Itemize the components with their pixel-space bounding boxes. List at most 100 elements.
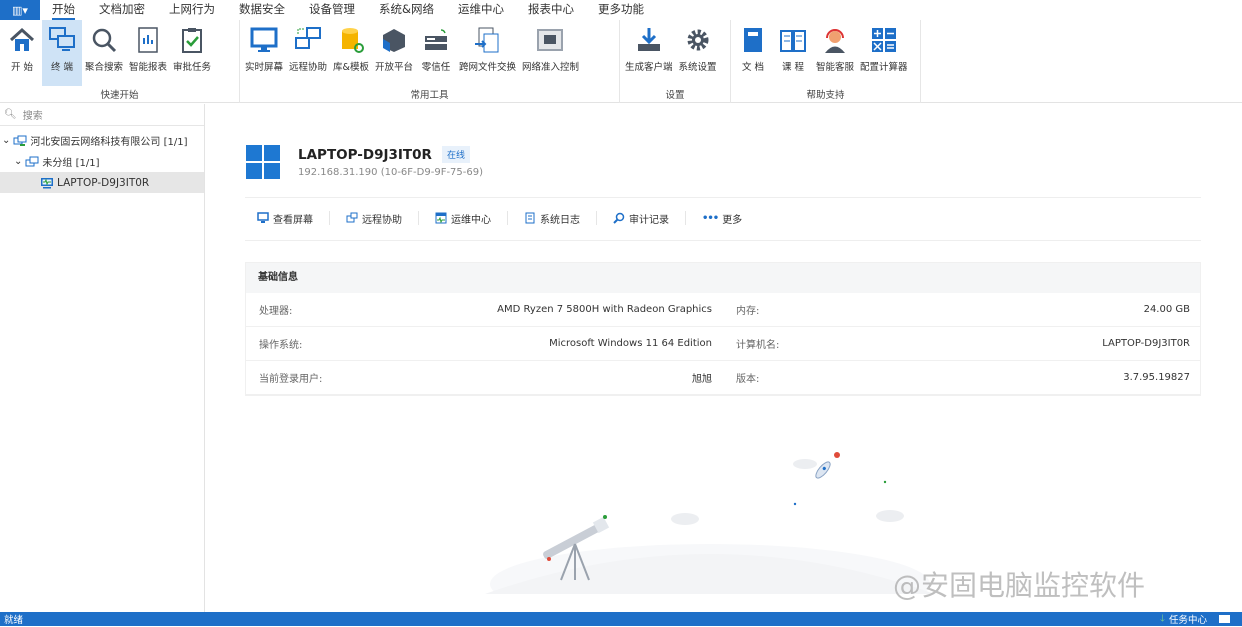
group-icon	[25, 156, 39, 166]
app-menu-icon[interactable]: ▥▾	[0, 0, 40, 20]
info-value: AMD Ryzen 7 5800H with Radeon Graphics	[497, 304, 712, 315]
basic-info-panel: 基础信息 处理器: AMD Ryzen 7 5800H with Radeon G…	[245, 262, 1201, 396]
message-icon[interactable]	[1219, 615, 1230, 623]
gear-icon	[687, 29, 709, 51]
ribbon-button-label: 系统设置	[678, 62, 717, 73]
ribbon-group: 开 始 终 端聚合搜索 智能报表 审批任务快速开始	[0, 20, 240, 103]
ribbon-button[interactable]: 零信任	[416, 20, 456, 86]
chevron-down-icon[interactable]: ⌄	[14, 156, 22, 167]
ribbon-button[interactable]: 跨网文件交换	[456, 20, 519, 86]
menu-tab[interactable]: 运维中心	[446, 0, 516, 20]
ribbon-group-label: 帮助支持	[806, 90, 845, 101]
ribbon-button-label: 生成客户端	[625, 62, 673, 73]
book-icon	[744, 28, 762, 52]
search-input[interactable]: 🔍︎ 搜索	[0, 104, 204, 126]
ribbon-button[interactable]: 开放平台	[372, 20, 416, 86]
ribbon-button[interactable]: 系统设置	[676, 20, 720, 86]
info-row: 操作系统: Microsoft Windows 11 64 Edition 计算机名…	[246, 327, 1200, 361]
empty-illustration	[485, 452, 935, 594]
ribbon-button[interactable]: 课 程	[773, 20, 813, 86]
cube-icon	[382, 29, 405, 52]
report-icon	[138, 27, 158, 53]
info-label: 计算机名:	[736, 340, 780, 351]
remote-icon	[346, 212, 358, 224]
watermark: @安固电脑监控软件	[893, 569, 1146, 602]
ribbon-group: 生成客户端 系统设置设置	[620, 20, 731, 103]
ribbon-button[interactable]: 库&模板	[330, 20, 372, 86]
ribbon: 开 始 终 端聚合搜索 智能报表 审批任务快速开始 实时屏幕 远程协助 库&模板 开放平台 零信…	[0, 20, 1242, 103]
ribbon-button-label: 终 端	[50, 62, 74, 73]
search-icon	[613, 212, 625, 224]
home-icon	[9, 27, 35, 51]
ribbon-button-label: 聚合搜索	[85, 62, 124, 73]
device-name: LAPTOP-D9J3IT0R	[298, 146, 432, 163]
ribbon-button[interactable]: 远程协助	[286, 20, 330, 86]
menu-tab[interactable]: 上网行为	[157, 0, 227, 20]
ops-center-icon	[435, 212, 447, 224]
info-value: 24.00 GB	[1143, 304, 1190, 315]
download-icon	[637, 28, 660, 51]
remote-icon	[295, 27, 322, 49]
ribbon-button[interactable]: 开 始	[2, 20, 42, 86]
ribbon-button[interactable]: 文 档	[733, 20, 773, 86]
ribbon-button[interactable]: 审批任务	[170, 20, 214, 86]
ribbon-button[interactable]: 智能报表	[126, 20, 170, 86]
monitor-icon	[257, 212, 269, 224]
menu-tab[interactable]: 开始	[40, 0, 87, 20]
action-button[interactable]: 查看屏幕	[241, 211, 330, 226]
action-button[interactable]: 远程协助	[330, 211, 419, 226]
chevron-down-icon[interactable]: ⌄	[2, 135, 10, 146]
info-row: 处理器: AMD Ryzen 7 5800H with Radeon Graphi…	[246, 293, 1200, 327]
tree-node-company[interactable]: ⌄ 河北安固云网络科技有限公司 [1/1]	[0, 130, 204, 151]
file-exchange-icon	[475, 27, 499, 53]
ribbon-button-label: 跨网文件交换	[458, 62, 516, 73]
menu-tab[interactable]: 数据安全	[227, 0, 297, 20]
ribbon-group-label: 常用工具	[410, 90, 449, 101]
ribbon-button[interactable]: 生成客户端	[622, 20, 676, 86]
database-icon	[341, 28, 364, 53]
menu-tab[interactable]: 报表中心	[516, 0, 586, 20]
action-button[interactable]: ••• 更多	[686, 211, 758, 226]
info-label: 内存:	[736, 306, 760, 317]
ribbon-button-label: 智能报表	[129, 62, 168, 73]
search-icon: 🔍︎	[4, 109, 17, 120]
panel-title: 基础信息	[246, 263, 1200, 293]
calculator-icon	[871, 28, 896, 52]
info-label: 处理器:	[259, 306, 293, 317]
ribbon-button[interactable]: 聚合搜索	[82, 20, 126, 86]
status-bar: 就绪 🡓 任务中心	[0, 612, 1242, 626]
ribbon-group-label: 设置	[665, 90, 685, 101]
menu-tab[interactable]: 更多功能	[586, 0, 656, 20]
menu-tab[interactable]: 系统&网络	[367, 0, 446, 20]
ribbon-button[interactable]: 终 端	[42, 20, 82, 86]
info-value: LAPTOP-D9J3IT0R	[1102, 338, 1190, 349]
ribbon-button-label: 文 档	[741, 62, 765, 73]
menu-tab[interactable]: 文档加密	[87, 0, 157, 20]
sidebar: 🔍︎ 搜索 ⌄ 河北安固云网络科技有限公司 [1/1] ⌄ 未分组 [1/1] …	[0, 104, 205, 612]
server-icon	[424, 29, 447, 50]
task-center-button[interactable]: 任务中心	[1169, 612, 1207, 626]
info-value: 旭旭	[692, 374, 712, 385]
ribbon-button[interactable]: 实时屏幕	[242, 20, 286, 86]
ribbon-button-label: 零信任	[421, 62, 451, 73]
action-button[interactable]: 运维中心	[419, 211, 508, 226]
terminal-icon	[49, 27, 75, 51]
device-detail: LAPTOP-D9J3IT0R 在线 192.168.31.190 (10-6F…	[205, 104, 1242, 612]
ribbon-button[interactable]: 配置计算器	[857, 20, 911, 86]
ribbon-group-label: 快速开始	[100, 90, 139, 101]
action-button[interactable]: 系统日志	[508, 211, 597, 226]
info-value: Microsoft Windows 11 64 Edition	[549, 338, 712, 349]
ribbon-button-label: 开 始	[10, 62, 34, 73]
action-label: 查看屏幕	[273, 214, 313, 226]
tree-node-device[interactable]: LAPTOP-D9J3IT0R	[0, 172, 204, 193]
ribbon-button[interactable]: 智能客服	[813, 20, 857, 86]
action-button[interactable]: 审计记录	[597, 211, 686, 226]
action-label: 审计记录	[629, 214, 669, 226]
info-label: 操作系统:	[259, 340, 303, 351]
ribbon-button-label: 实时屏幕	[245, 62, 284, 73]
tree-node-ungrouped[interactable]: ⌄ 未分组 [1/1]	[0, 151, 204, 172]
menu-tab[interactable]: 设备管理	[297, 0, 367, 20]
ribbon-button-label: 网络准入控制	[521, 62, 579, 73]
ribbon-button-label: 配置计算器	[860, 62, 908, 73]
ribbon-button[interactable]: 网络准入控制	[519, 20, 582, 86]
